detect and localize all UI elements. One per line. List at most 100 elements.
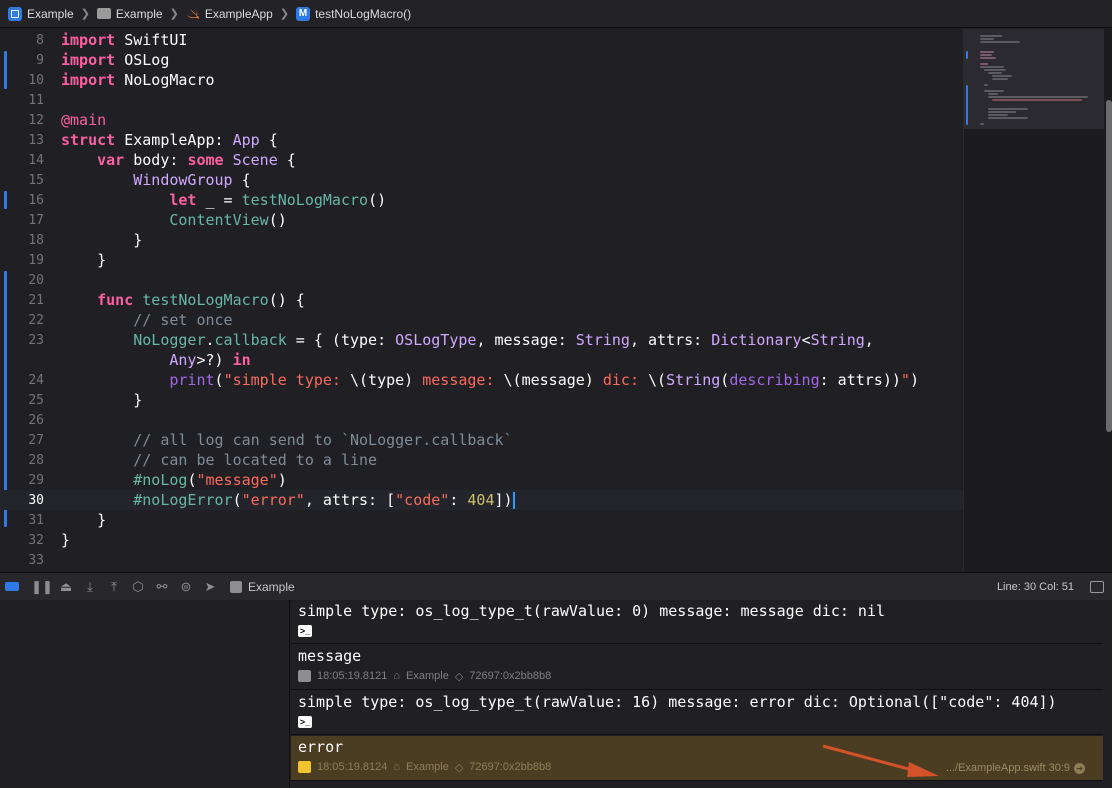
console-message: error <box>298 738 344 756</box>
memory-graph-icon[interactable]: ⚯ <box>150 577 174 597</box>
minimap-line <box>992 75 1012 77</box>
toggle-debug-area-icon[interactable] <box>0 577 24 597</box>
error-level-icon <box>298 761 311 773</box>
annotation-arrow-icon <box>822 744 939 777</box>
line-number: 10 <box>28 72 44 88</box>
log-level-icon <box>298 670 311 682</box>
step-out-icon[interactable]: ⤒ <box>102 577 126 597</box>
minimap-line <box>980 54 992 56</box>
console-entry[interactable]: message 18:05:19.8121 ⌂ Example ◇ 72697:… <box>291 645 1103 690</box>
code-line: 17 ContentView() <box>0 210 963 230</box>
line-number: 19 <box>28 252 44 268</box>
code-line: 22 // set once <box>0 310 963 330</box>
console-message: message <box>298 647 362 665</box>
variables-panel[interactable] <box>0 600 290 788</box>
console-entry[interactable]: simple type: os_log_type_t(rawValue: 16)… <box>291 691 1103 735</box>
app-target-icon <box>230 580 242 593</box>
console-message: simple type: os_log_type_t(rawValue: 0) … <box>298 602 885 620</box>
minimap-line <box>988 93 998 95</box>
source-location-link[interactable]: .../ExampleApp.swift 30:9 ➜ <box>946 762 1085 774</box>
code-line: 29 #noLog("message") <box>0 470 963 490</box>
breadcrumb-project[interactable]: Example <box>8 6 74 21</box>
cursor-position: Line: 30 Col: 51 <box>996 580 1074 593</box>
pause-icon[interactable]: ❚❚ <box>30 577 54 597</box>
line-number: 24 <box>28 372 44 388</box>
line-number: 30 <box>28 492 44 508</box>
minimap-change-indicator <box>966 85 968 125</box>
tag-icon: ◇ <box>454 761 464 774</box>
minimap-line <box>980 38 994 40</box>
minimap-line <box>988 72 1002 74</box>
breadcrumb-file[interactable]: ExampleApp <box>186 7 273 21</box>
breadcrumb-file-label: ExampleApp <box>204 6 273 21</box>
xcode-project-icon <box>8 6 22 21</box>
minimap[interactable] <box>963 29 1112 571</box>
line-number: 14 <box>28 152 44 168</box>
step-into-icon[interactable]: ⤓ <box>78 577 102 597</box>
editor-scrollbar[interactable] <box>1106 100 1112 432</box>
code-editor[interactable]: 8 import SwiftUI 9 import OSLog 10 import N… <box>0 29 963 571</box>
line-number: 29 <box>28 472 44 488</box>
minimap-line <box>980 51 994 53</box>
minimap-line <box>988 96 1088 98</box>
code-line: 15 WindowGroup { <box>0 170 963 190</box>
folder-icon <box>96 8 111 19</box>
chevron-right-icon: ❯ <box>279 8 290 20</box>
minimap-viewport[interactable] <box>964 29 1104 129</box>
code-line: 26 <box>0 410 963 430</box>
terminal-icon: >_ <box>298 625 312 637</box>
debug-target-label: Example <box>248 579 295 594</box>
code-line: 25 } <box>0 390 963 410</box>
line-number: 32 <box>28 532 44 548</box>
minimap-line <box>984 84 988 86</box>
minimap-line <box>988 114 1008 116</box>
minimap-line <box>980 123 984 125</box>
code-line: 12 @main <box>0 110 963 130</box>
minimap-line <box>980 41 1020 43</box>
line-number: 20 <box>28 272 44 288</box>
log-process: Example <box>406 761 449 773</box>
process-icon: ⌂ <box>393 670 401 682</box>
breadcrumb-folder[interactable]: Example <box>96 7 163 21</box>
source-location-label: .../ExampleApp.swift 30:9 <box>945 762 1070 774</box>
panel-layout-icon[interactable] <box>1090 580 1104 593</box>
environment-overrides-icon[interactable]: ⊜ <box>174 577 198 597</box>
log-process: Example <box>406 670 449 682</box>
log-timestamp: 18:05:19.8124 <box>317 761 388 773</box>
line-number: 17 <box>28 212 44 228</box>
log-pid: 72697:0x2bb8b8 <box>469 670 552 682</box>
console-output[interactable]: simple type: os_log_type_t(rawValue: 0) … <box>291 600 1112 788</box>
simulate-location-icon[interactable]: ➤ <box>198 577 222 597</box>
code-line: 8 import SwiftUI <box>0 30 963 50</box>
code-line: 31 } <box>0 510 963 530</box>
debug-target[interactable]: Example <box>230 580 295 594</box>
view-hierarchy-icon[interactable]: ⬡ <box>126 577 150 597</box>
minimap-line <box>992 78 1008 80</box>
code-line: 23 NoLogger.callback = { (type: OSLogTyp… <box>0 330 963 350</box>
minimap-line <box>980 57 996 59</box>
log-timestamp: 18:05:19.8121 <box>317 670 388 682</box>
breadcrumb-method[interactable]: M testNoLogMacro() <box>296 6 411 21</box>
step-over-icon[interactable]: ⏏ <box>54 577 78 597</box>
code-line: 24 print("simple type: \(type) message: … <box>0 370 963 390</box>
code-line-current: 30 #noLogError("error", attrs: ["code": … <box>0 490 963 510</box>
code-line: 14 var body: some Scene { <box>0 150 963 170</box>
console-entry[interactable]: simple type: os_log_type_t(rawValue: 0) … <box>291 600 1103 644</box>
line-number: 22 <box>28 312 44 328</box>
line-number: 12 <box>28 112 44 128</box>
minimap-line <box>992 99 1082 101</box>
line-number: 18 <box>28 232 44 248</box>
code-line: 28 // can be located to a line <box>0 450 963 470</box>
line-number: 15 <box>28 172 44 188</box>
swift-file-icon <box>186 7 199 19</box>
minimap-line <box>988 108 1028 110</box>
code-line: 10 import NoLogMacro <box>0 70 963 90</box>
console-entry-error[interactable]: error 18:05:19.8124 ⌂ Example ◇ 72697:0x… <box>291 736 1103 781</box>
console-scrollbar[interactable] <box>1103 600 1112 788</box>
code-line: 16 let _ = testNoLogMacro() <box>0 190 963 210</box>
minimap-line <box>984 90 1004 92</box>
code-line: 20 <box>0 270 963 290</box>
chevron-right-icon: ❯ <box>80 8 90 20</box>
line-number: 27 <box>28 432 44 448</box>
process-icon: ⌂ <box>393 761 401 773</box>
